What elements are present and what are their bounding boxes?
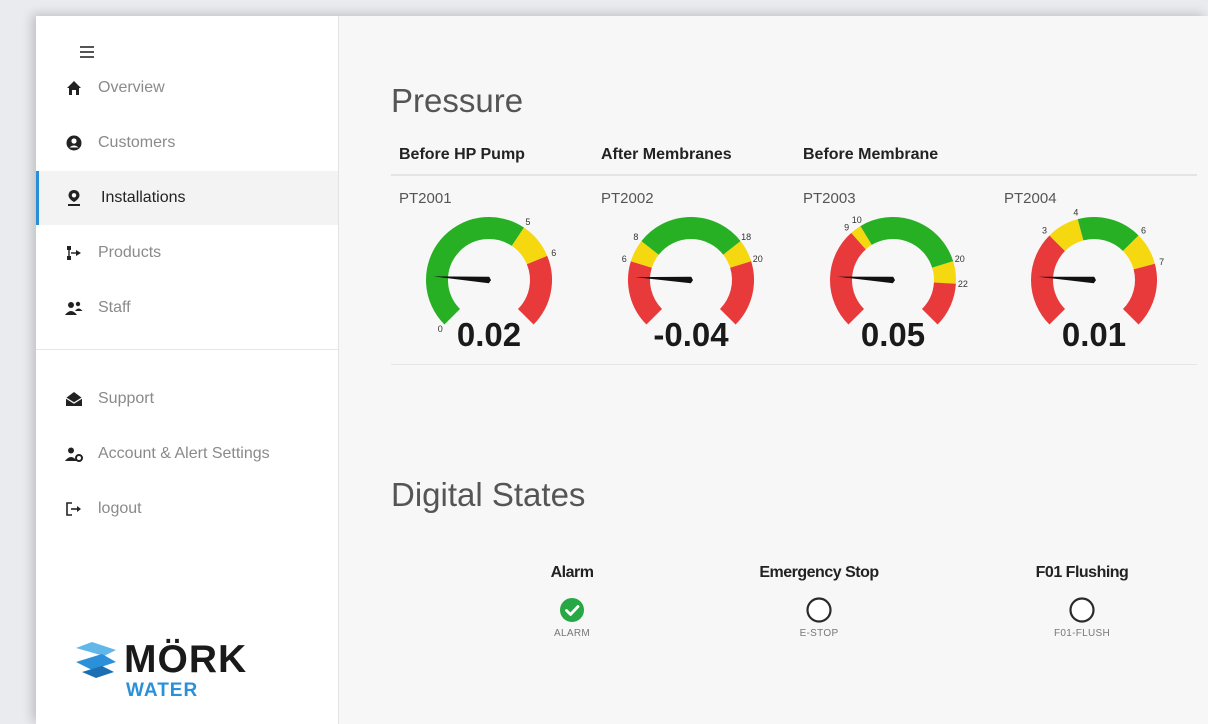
gauge-zone-yellow	[511, 227, 548, 265]
sign-out-icon	[64, 499, 84, 519]
gauge-zone-red	[517, 255, 552, 325]
sidebar-item-label: Installations	[101, 189, 186, 206]
gauge-tick-label: 20	[753, 254, 763, 264]
mork-water-logo: MÖRK WATER	[72, 636, 292, 706]
gauge-tick-label: 10	[852, 215, 862, 225]
envelope-open-icon	[64, 389, 84, 409]
gauge-zone-yellow	[630, 241, 660, 269]
gauge-value: -0.04	[653, 316, 729, 353]
gauge-pt2004: PT2004 3 4 6 7 0.01	[996, 186, 1192, 362]
gauge-tag: PT2004	[1004, 190, 1057, 207]
gauge-tick-label: 22	[958, 279, 968, 289]
gauge-zone-red	[921, 281, 956, 325]
gauge-pt2001: PT2001 560 0.02	[391, 186, 587, 362]
pressure-section-title: Pressure	[391, 82, 524, 119]
gauge-tag: PT2001	[399, 190, 452, 207]
sidebar-item-products[interactable]: Products	[36, 226, 338, 280]
sidebar-item-installations[interactable]: Installations	[36, 171, 338, 225]
sidebar-item-label: Overview	[98, 79, 165, 96]
sidebar-item-label: Support	[98, 390, 155, 407]
gauge-zone-yellow	[932, 261, 956, 284]
sidebar-item-overview[interactable]: Overview	[36, 61, 338, 115]
sidebar-item-logout[interactable]: logout	[36, 482, 338, 536]
empty-circle-icon	[804, 595, 834, 625]
digital-state-emergency-stop: Emergency Stop E-STOP	[729, 564, 909, 639]
home-icon	[64, 78, 84, 98]
column-header-before-hp-pump: Before HP Pump	[399, 146, 525, 163]
sidebar-item-label: logout	[98, 500, 142, 517]
logo-mark-icon	[76, 642, 116, 678]
digital-state-label: Emergency Stop	[759, 564, 879, 581]
digital-state-label: F01 Flushing	[1035, 564, 1129, 581]
gauge-zone-red	[1031, 235, 1066, 325]
gauge-tick-label: 5	[525, 217, 530, 227]
menu-icon[interactable]	[80, 46, 94, 61]
gauge-zone-green	[426, 217, 524, 325]
gauge-pt2003: PT2003 9 10 20 22 0.05	[795, 186, 991, 362]
gauge-zone-green	[1077, 217, 1139, 252]
gauge-tick-label: 4	[1073, 207, 1078, 217]
logo-text: MÖRK	[124, 638, 248, 681]
pressure-header-divider	[391, 174, 1197, 176]
map-pin-icon	[64, 188, 84, 208]
gauge-zone-yellow	[1122, 235, 1155, 270]
sidebar-item-label: Customers	[98, 134, 176, 151]
empty-circle-icon	[1067, 595, 1097, 625]
gauge-zone-yellow	[1049, 219, 1084, 252]
gauge-tick-label: 9	[844, 223, 849, 233]
digital-state-code: E-STOP	[799, 628, 839, 639]
sidebar-item-customers[interactable]: Customers	[36, 116, 338, 170]
gauge-tag: PT2003	[803, 190, 856, 207]
gauge-tick-label: 6	[1141, 226, 1146, 236]
app-window: Overview Customers Installations Product…	[36, 16, 1208, 724]
digital-state-code: ALARM	[554, 628, 590, 639]
pressure-section-divider	[391, 364, 1197, 365]
gauge-value: 0.01	[1061, 316, 1127, 353]
gauge-tick-label: 8	[633, 232, 638, 242]
gauge-tick-label: 18	[741, 232, 751, 242]
gauge-zone-red	[830, 232, 867, 325]
gauge-value: 0.02	[456, 316, 522, 353]
users-icon	[64, 298, 84, 318]
gauge-zone-red	[1122, 263, 1157, 325]
gauge-tag: PT2002	[601, 190, 654, 207]
digital-state-f01-flushing: F01 Flushing F01-FLUSH	[992, 564, 1172, 639]
digital-state-label: Alarm	[550, 564, 594, 581]
gauge-zone-red	[719, 261, 754, 325]
digital-states-title: Digital States	[391, 476, 586, 513]
sidebar-divider	[36, 349, 338, 350]
sidebar-item-account-settings[interactable]: Account & Alert Settings	[36, 427, 338, 481]
sidebar: Overview Customers Installations Product…	[36, 16, 339, 724]
gauge-tick-label: 6	[622, 254, 627, 264]
sitemap-icon	[64, 243, 84, 263]
digital-state-code: F01-FLUSH	[1053, 628, 1111, 639]
column-header-after-membranes: After Membranes	[601, 146, 732, 163]
sidebar-item-staff[interactable]: Staff	[36, 281, 338, 335]
digital-state-alarm: Alarm ALARM	[482, 564, 662, 639]
gauge-zone-red	[628, 261, 663, 325]
logo-subtext: WATER	[126, 680, 199, 701]
gauge-tick-label: 7	[1159, 257, 1164, 267]
sidebar-item-label: Account & Alert Settings	[98, 445, 270, 462]
gauge-tick-label: 3	[1042, 226, 1047, 236]
gauge-zone-yellow	[722, 241, 752, 269]
user-settings-icon	[64, 444, 84, 464]
column-header-before-membrane: Before Membrane	[803, 146, 939, 163]
sidebar-item-label: Products	[98, 244, 162, 261]
gauge-zone-yellow	[851, 226, 872, 250]
gauge-pt2002: PT2002 6 8 18 20 -0.04	[593, 186, 789, 362]
check-circle-icon	[557, 595, 587, 625]
gauge-value: 0.05	[860, 316, 926, 353]
gauge-zone-green	[860, 217, 954, 269]
main-content: Pressure Before HP Pump After Membranes …	[338, 16, 1208, 724]
sidebar-item-label: Staff	[98, 299, 131, 316]
sidebar-item-support[interactable]: Support	[36, 372, 338, 426]
gauge-tick-label: 6	[551, 248, 556, 258]
user-circle-icon	[64, 133, 84, 153]
gauge-tick-label: 20	[955, 254, 965, 264]
gauge-zone-green	[641, 217, 741, 256]
